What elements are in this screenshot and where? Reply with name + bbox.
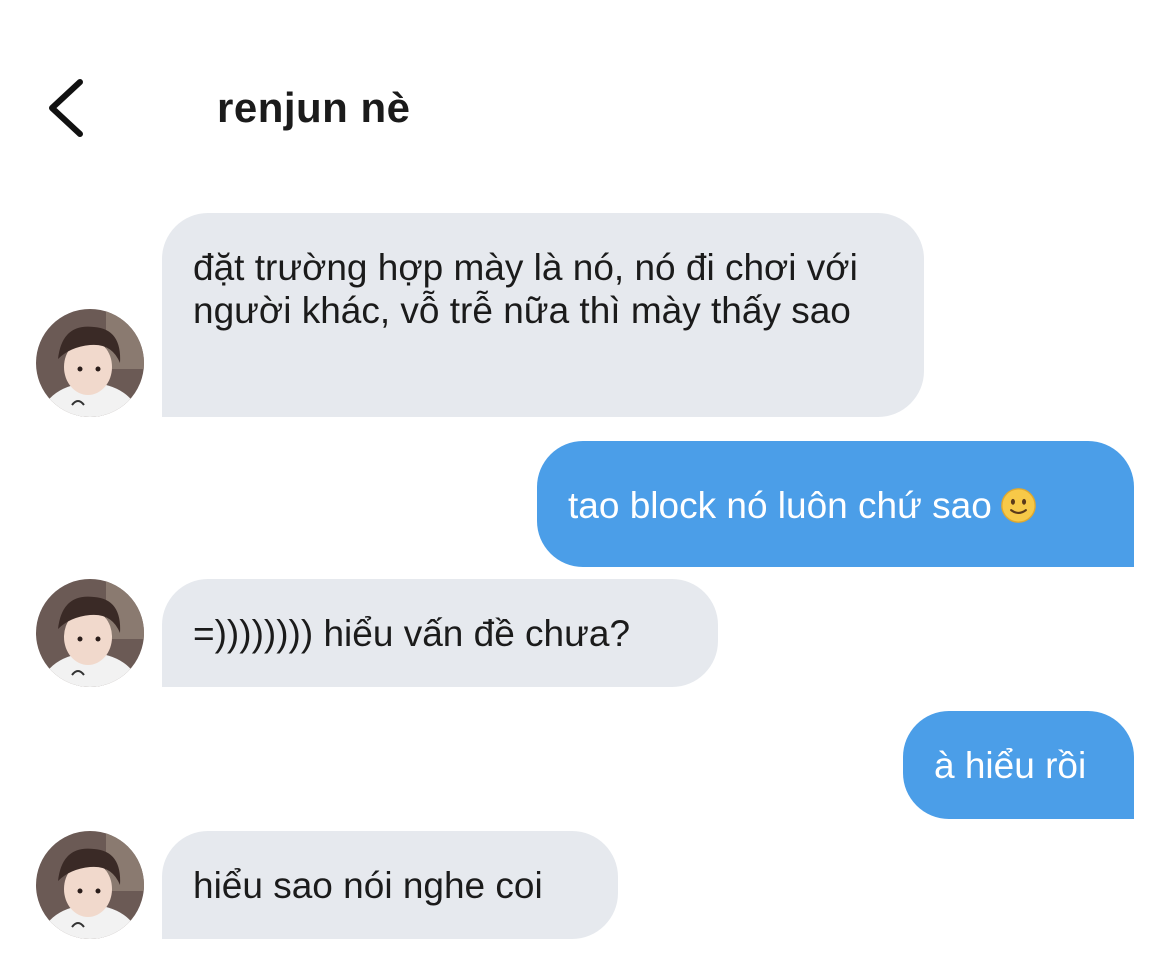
chat-header: renjun nè (0, 0, 1169, 200)
message-text: đặt trường hợp mày là nó, nó đi chơi với… (193, 247, 858, 331)
contact-avatar[interactable] (36, 831, 144, 939)
incoming-message-bubble[interactable]: hiểu sao nói nghe coi (162, 831, 618, 939)
message-text: tao block nó luôn chứ sao (568, 485, 992, 526)
outgoing-message-bubble[interactable]: à hiểu rồi (903, 711, 1134, 819)
incoming-message-bubble[interactable]: đặt trường hợp mày là nó, nó đi chơi với… (162, 213, 924, 417)
incoming-message-bubble[interactable]: =)))))))) hiểu vấn đề chưa? (162, 579, 718, 687)
slightly-smiling-face-icon (1000, 488, 1036, 523)
contact-avatar[interactable] (36, 579, 144, 687)
back-button[interactable] (40, 72, 100, 144)
message-text: hiểu sao nói nghe coi (193, 865, 543, 906)
contact-avatar[interactable] (36, 309, 144, 417)
message-text: à hiểu rồi (934, 745, 1087, 786)
chat-title: renjun nè (217, 84, 411, 131)
message-text: =)))))))) hiểu vấn đề chưa? (193, 613, 631, 654)
outgoing-message-bubble[interactable]: tao block nó luôn chứ sao (537, 441, 1134, 567)
chevron-left-icon (49, 79, 83, 137)
